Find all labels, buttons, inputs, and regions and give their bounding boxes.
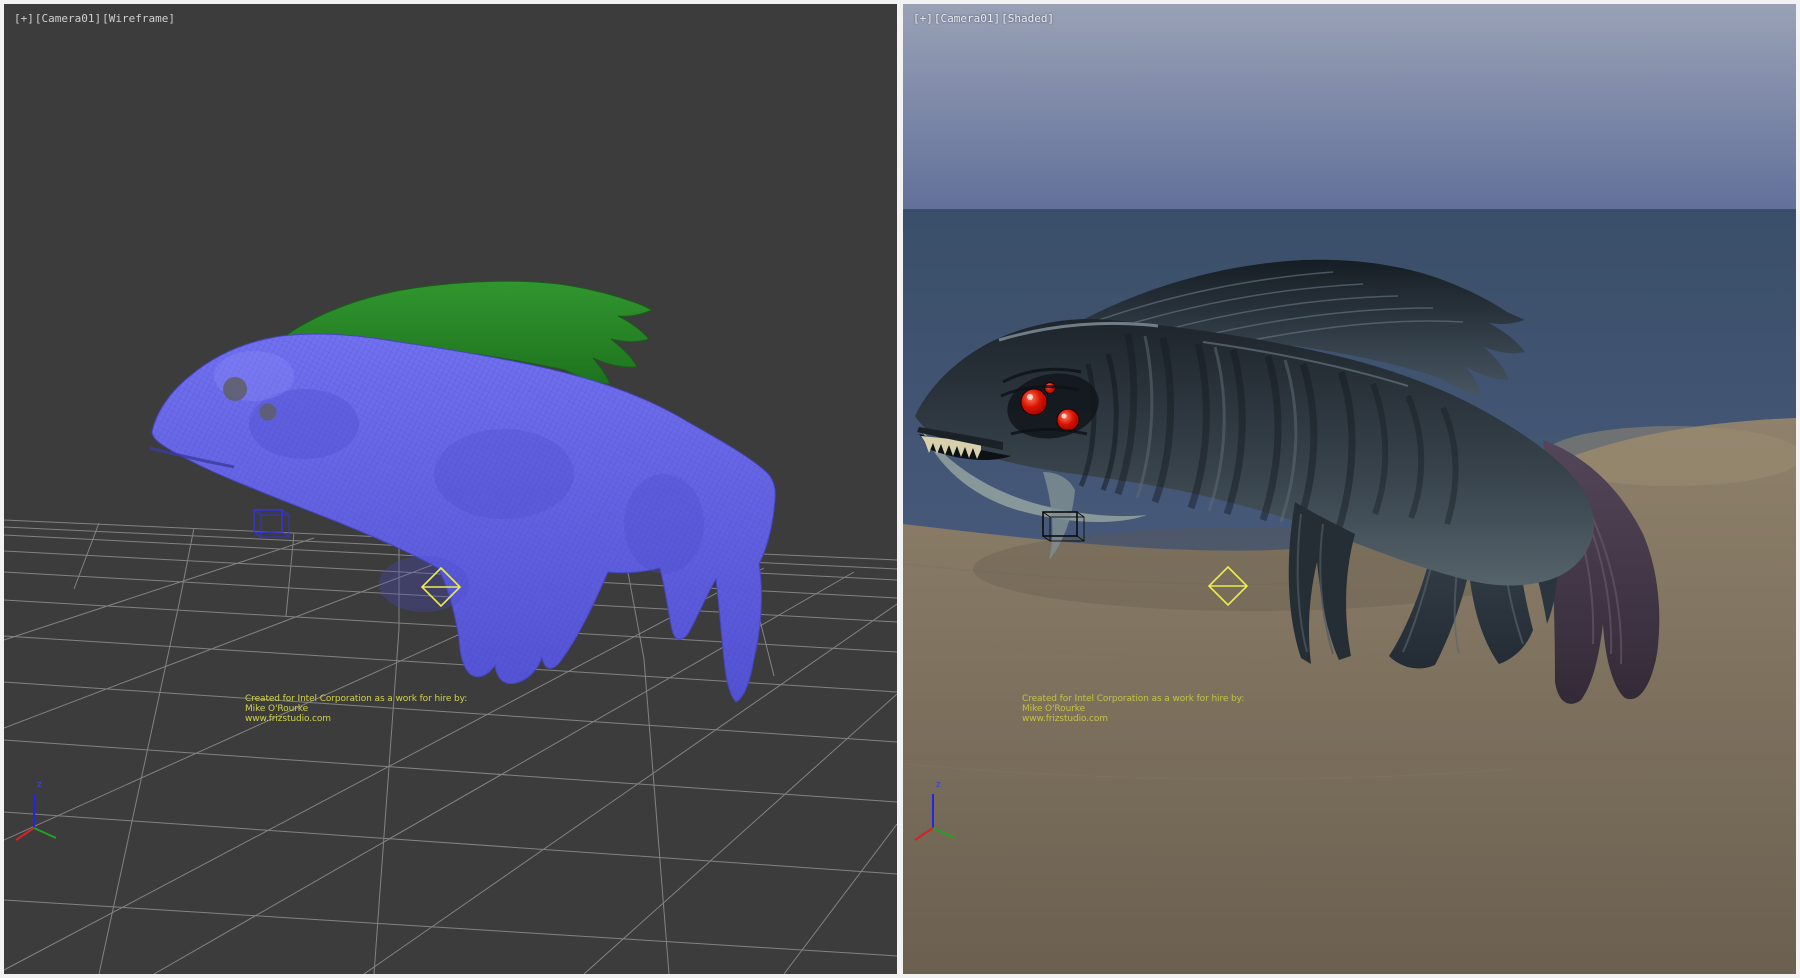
dual-viewport-stage: [+][Camera01][Wireframe] Created for Int… — [0, 0, 1800, 978]
viewport-menu-pov-button[interactable]: [Camera01] — [934, 12, 1000, 25]
eye-highlight — [1027, 394, 1033, 400]
annotation-line: Created for Intel Corporation as a work … — [1022, 694, 1244, 704]
viewport-menu-shading-button[interactable]: [Shaded] — [1001, 12, 1054, 25]
eye-highlight — [1062, 414, 1067, 419]
viewport-menu-general-button[interactable]: [+] — [14, 12, 34, 25]
axis-z-label: z — [37, 780, 42, 790]
annotation-line: www.frizstudio.com — [1022, 714, 1244, 724]
viewport-wireframe[interactable]: [+][Camera01][Wireframe] Created for Int… — [4, 4, 897, 974]
axis-z-label: z — [936, 780, 941, 790]
annotation-line: Mike O'Rourke — [245, 704, 467, 714]
viewport-label: [+][Camera01][Shaded] — [913, 12, 1055, 25]
annotation-line: Mike O'Rourke — [1022, 704, 1244, 714]
fish-eye — [1021, 389, 1047, 415]
annotation-line: Created for Intel Corporation as a work … — [245, 694, 467, 704]
viewport-menu-general-button[interactable]: [+] — [913, 12, 933, 25]
wireframe-scene — [4, 4, 897, 974]
box-helper[interactable] — [254, 510, 289, 537]
scene-annotation: Created for Intel Corporation as a work … — [1022, 694, 1244, 724]
world-axis-tripod — [16, 794, 56, 840]
viewport-menu-pov-button[interactable]: [Camera01] — [35, 12, 101, 25]
viewport-label: [+][Camera01][Wireframe] — [14, 12, 176, 25]
sky — [903, 4, 1796, 213]
viewport-shaded[interactable]: [+][Camera01][Shaded] Created for Intel … — [903, 4, 1796, 974]
fish-eye — [1057, 409, 1079, 431]
viewport-menu-shading-button[interactable]: [Wireframe] — [102, 12, 175, 25]
annotation-line: www.frizstudio.com — [245, 714, 467, 724]
fish-eye — [260, 404, 277, 421]
fish-eye — [223, 377, 247, 401]
horizon-line — [903, 209, 1796, 212]
shaded-scene — [903, 4, 1796, 974]
scene-annotation: Created for Intel Corporation as a work … — [245, 694, 467, 724]
wireframe-fish-model[interactable] — [150, 281, 775, 702]
